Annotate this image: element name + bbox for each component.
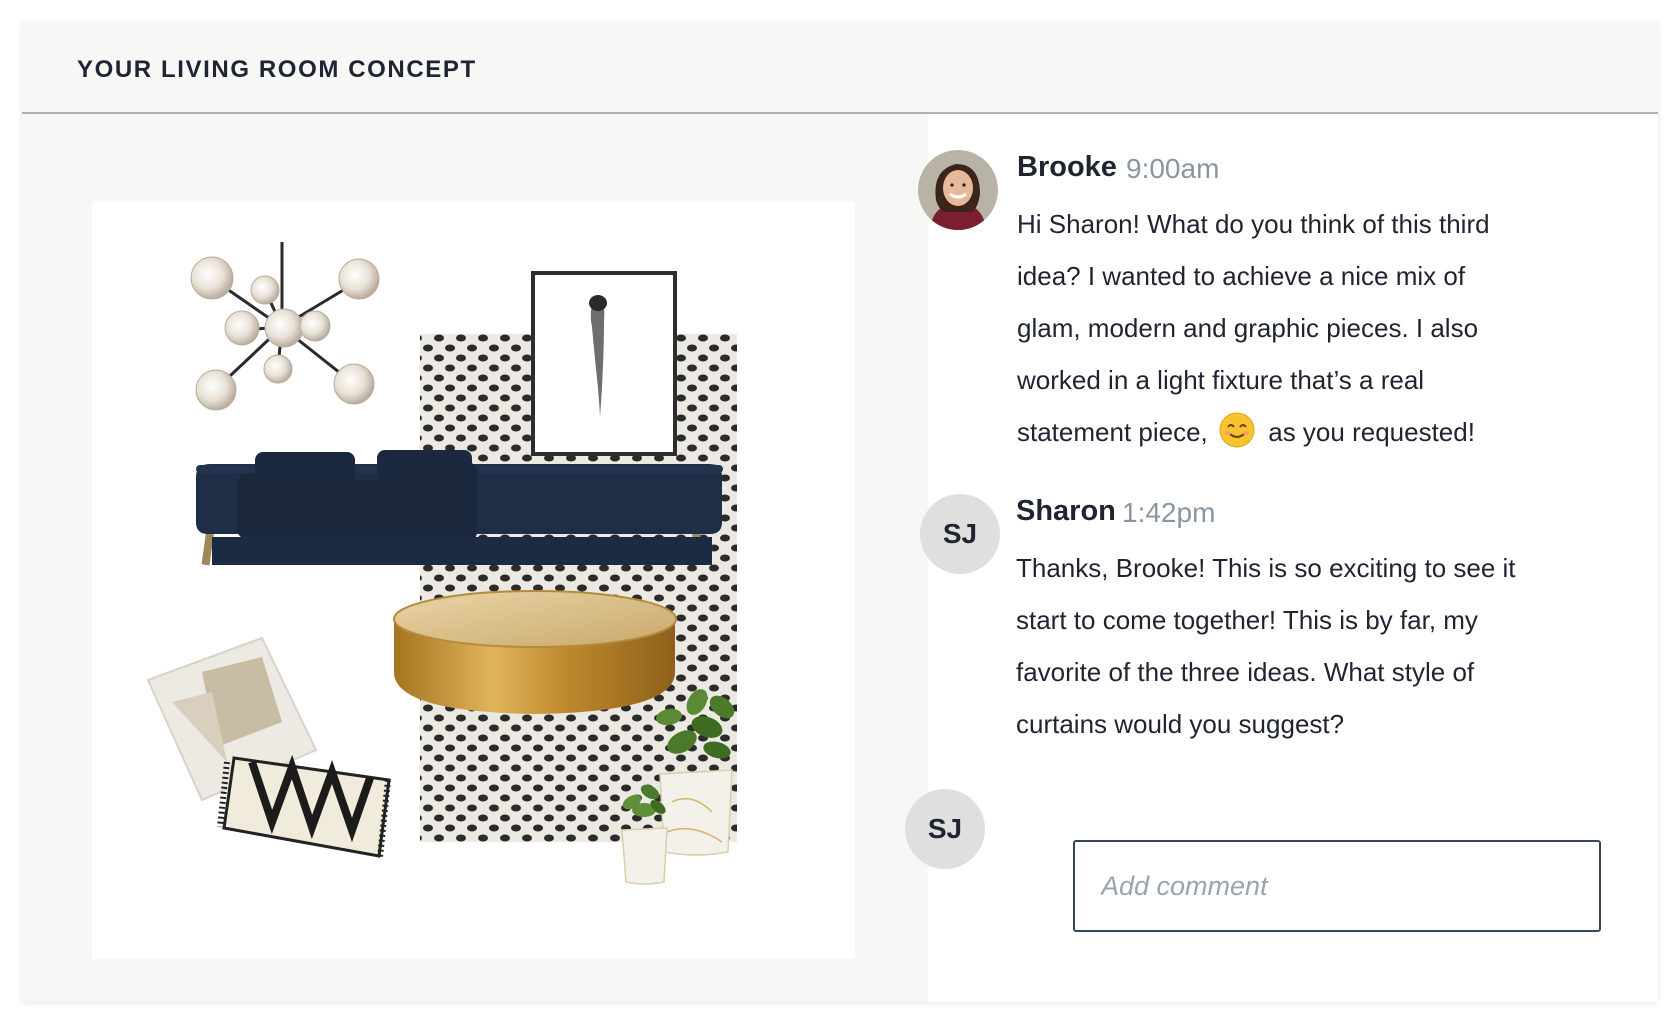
smiling-face-emoji [1219,412,1255,448]
moodboard-collage [146,242,737,885]
avatar-initials: SJ [942,518,978,549]
framed-art [531,271,677,456]
comment-text: Thanks, Brooke! This is so exciting to s… [1016,553,1516,739]
comment-time: 9:00am [1126,153,1220,184]
comment-author: Sharon [1016,495,1116,527]
sofa [196,450,723,566]
comment-author: Brooke [1017,151,1117,183]
avatar-current-user: SJ [905,789,985,869]
comment-text-part: as you requested! [1268,417,1475,447]
page-title: YOUR LIVING ROOM CONCEPT [77,56,477,83]
moodboard-pane [22,114,928,1002]
comment-input[interactable] [1073,840,1601,932]
profile-photo [918,150,998,230]
avatar-brooke [918,150,998,230]
card-header: YOUR LIVING ROOM CONCEPT [22,22,1658,114]
chandelier-bulbs [190,256,380,411]
avatar-sharon: SJ [920,494,1000,574]
avatar-initials: SJ [927,813,963,844]
comment-time: 1:42pm [1122,497,1216,528]
coffee-table [393,590,677,714]
pillow-graphic [217,754,391,858]
moodboard-image[interactable] [92,202,855,959]
comment-text: Hi Sharon! What do you think of this thi… [1017,198,1517,458]
